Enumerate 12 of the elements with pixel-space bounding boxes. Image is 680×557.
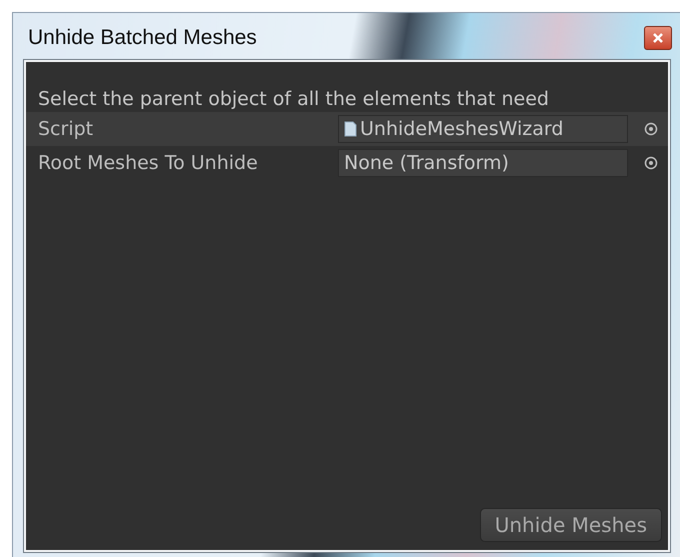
close-button[interactable] (644, 26, 672, 50)
object-picker-icon[interactable] (644, 156, 658, 170)
script-file-icon (344, 121, 357, 137)
field-label: Root Meshes To Unhide (38, 150, 259, 176)
object-field[interactable]: None (Transform) (338, 149, 628, 177)
script-field[interactable]: UnhideMeshesWizard (338, 115, 628, 143)
object-picker-icon[interactable] (644, 122, 658, 136)
close-icon (652, 32, 664, 44)
help-text: Select the parent object of all the elements that need (37, 87, 550, 112)
field-label: Script (38, 116, 94, 142)
unhide-meshes-button[interactable]: Unhide Meshes (480, 508, 662, 542)
window-title: Unhide Batched Meshes (27, 25, 257, 51)
